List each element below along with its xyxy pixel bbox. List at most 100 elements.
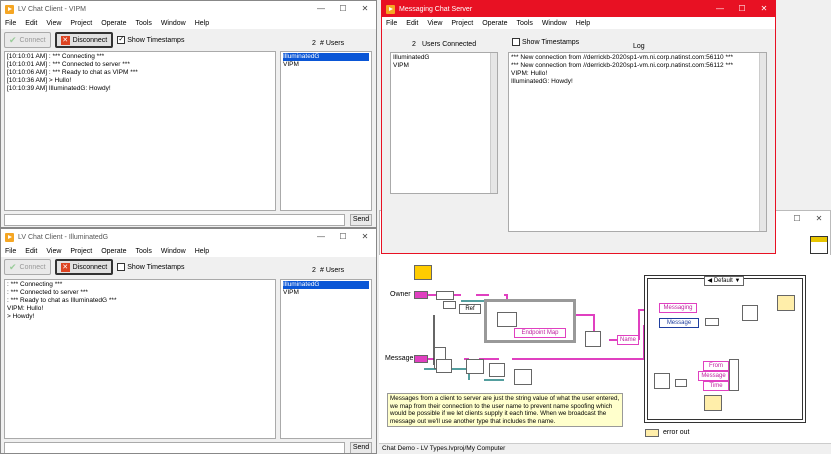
menu-edit[interactable]: Edit: [25, 20, 37, 27]
menu-file[interactable]: File: [5, 20, 16, 27]
message-enum-node[interactable]: Message: [659, 318, 699, 328]
block-diagram[interactable]: Owner Ref Endpoint Map Name Message ◀ De…: [379, 255, 831, 454]
client-vipm-window: LV Chat Client - VIPM — ☐ ✕ File Edit Vi…: [0, 0, 377, 228]
map-lookup-node[interactable]: [585, 331, 601, 347]
menu-edit[interactable]: Edit: [406, 20, 418, 27]
message-input[interactable]: [4, 214, 345, 226]
menu-file[interactable]: File: [5, 248, 16, 255]
users-label: # Users: [320, 267, 345, 274]
maximize-icon[interactable]: ☐: [332, 1, 354, 17]
server-titlebar[interactable]: Messaging Chat Server — ☐ ✕: [382, 1, 775, 17]
list-item[interactable]: VIPM: [283, 289, 369, 297]
broadcast-node[interactable]: [742, 305, 758, 321]
server-window: Messaging Chat Server — ☐ ✕ File Edit Vi…: [381, 0, 776, 254]
diagram-window-controls: ☐ ✕: [786, 211, 830, 227]
log-line: IlluminatedG: Howdy!: [511, 78, 573, 85]
time-field[interactable]: Time: [703, 381, 729, 391]
scrollbar[interactable]: [490, 53, 497, 193]
disconnect-button[interactable]: ✕ Disconnect: [54, 32, 114, 48]
owner-terminal[interactable]: [414, 291, 428, 299]
users-label: # Users: [320, 40, 345, 47]
menu-tools[interactable]: Tools: [135, 20, 151, 27]
list-item[interactable]: VIPM: [393, 62, 495, 70]
get-uri-node[interactable]: [489, 363, 505, 377]
send-button[interactable]: Send: [350, 214, 372, 226]
send-button[interactable]: Send: [350, 442, 372, 453]
list-item[interactable]: IlluminatedG: [283, 281, 369, 289]
menu-help[interactable]: Help: [195, 248, 209, 255]
close-icon[interactable]: ✕: [354, 229, 376, 245]
add-entry-node[interactable]: [777, 295, 795, 311]
menu-window[interactable]: Window: [542, 20, 567, 27]
menu-view[interactable]: View: [427, 20, 442, 27]
bundle-by-name-node[interactable]: [729, 359, 739, 391]
dbl-node[interactable]: [675, 379, 687, 387]
maximize-icon[interactable]: ☐: [786, 211, 808, 227]
menu-help[interactable]: Help: [576, 20, 590, 27]
client-vipm-titlebar[interactable]: LV Chat Client - VIPM — ☐ ✕: [1, 1, 376, 17]
menu-edit[interactable]: Edit: [25, 248, 37, 255]
server-log[interactable]: *** New connection from //derrickb-2020s…: [508, 52, 767, 232]
menu-operate[interactable]: Operate: [101, 248, 126, 255]
chat-log[interactable]: : *** Connecting *** : *** Connected to …: [4, 279, 276, 439]
list-item[interactable]: IlluminatedG: [393, 54, 495, 62]
case-selector[interactable]: ◀ Default ▼: [704, 276, 744, 286]
chat-entry-node[interactable]: [704, 395, 722, 411]
menu-operate[interactable]: Operate: [101, 20, 126, 27]
bundle-node[interactable]: [443, 301, 456, 309]
minimize-icon[interactable]: —: [310, 1, 332, 17]
error-out-terminal[interactable]: [645, 429, 659, 437]
get-sender-endpoint-node[interactable]: [466, 359, 484, 374]
message-field[interactable]: Message: [698, 371, 729, 381]
messaging-node[interactable]: Messaging: [659, 303, 697, 313]
ref-node[interactable]: Ref: [459, 304, 481, 314]
menu-operate[interactable]: Operate: [482, 20, 507, 27]
close-icon[interactable]: ✕: [808, 211, 830, 227]
connect-button[interactable]: ✔ Connect: [4, 259, 51, 275]
scrollbar[interactable]: [759, 53, 766, 231]
maximize-icon[interactable]: ☐: [731, 1, 753, 17]
show-timestamps-checkbox[interactable]: Show Timestamps: [117, 263, 184, 271]
show-timestamps-checkbox[interactable]: Show Timestamps: [512, 38, 579, 46]
log-line: [10:10:39 AM] IlluminatedG: Howdy!: [7, 85, 111, 92]
minimize-icon[interactable]: —: [709, 1, 731, 17]
unbundle-node[interactable]: [436, 291, 454, 300]
menu-view[interactable]: View: [46, 248, 61, 255]
stop-icon: ✕: [60, 35, 70, 45]
client-ig-titlebar[interactable]: LV Chat Client - IlluminatedG — ☐ ✕: [1, 229, 376, 245]
menu-project[interactable]: Project: [70, 248, 92, 255]
maximize-icon[interactable]: ☐: [332, 229, 354, 245]
name-node[interactable]: Name: [617, 335, 639, 345]
list-item[interactable]: IlluminatedG: [283, 53, 369, 61]
from-field[interactable]: From: [703, 361, 729, 371]
menu-view[interactable]: View: [46, 20, 61, 27]
users-list[interactable]: IlluminatedG VIPM: [280, 51, 372, 211]
menu-tools[interactable]: Tools: [516, 20, 532, 27]
message-terminal[interactable]: [414, 355, 428, 363]
server-users-list[interactable]: IlluminatedG VIPM: [390, 52, 498, 194]
minimize-icon[interactable]: —: [310, 229, 332, 245]
string-node[interactable]: [436, 359, 452, 373]
checkmark-icon: ✔: [9, 34, 17, 45]
menu-bar: File Edit View Project Operate Tools Win…: [1, 17, 376, 29]
show-timestamps-checkbox[interactable]: ✓ Show Timestamps: [117, 36, 184, 44]
disconnect-button[interactable]: ✕ Disconnect: [54, 259, 114, 275]
menu-project[interactable]: Project: [451, 20, 473, 27]
close-icon[interactable]: ✕: [753, 1, 775, 17]
str-node[interactable]: [705, 318, 719, 326]
list-item[interactable]: VIPM: [283, 61, 369, 69]
timestamp-node[interactable]: [654, 373, 670, 389]
connect-button[interactable]: ✔ Connect: [4, 32, 51, 48]
users-list[interactable]: IlluminatedG VIPM: [280, 279, 372, 439]
menu-help[interactable]: Help: [195, 20, 209, 27]
menu-window[interactable]: Window: [161, 248, 186, 255]
menu-window[interactable]: Window: [161, 20, 186, 27]
menu-project[interactable]: Project: [70, 20, 92, 27]
menu-tools[interactable]: Tools: [135, 248, 151, 255]
message-input[interactable]: [4, 442, 345, 453]
close-icon[interactable]: ✕: [354, 1, 376, 17]
chat-log[interactable]: [10:10:01 AM] : *** Connecting *** [10:1…: [4, 51, 276, 211]
endpoint-map-node[interactable]: Endpoint Map: [514, 328, 566, 338]
menu-file[interactable]: File: [386, 20, 397, 27]
get-uri-string-node[interactable]: [514, 369, 532, 385]
